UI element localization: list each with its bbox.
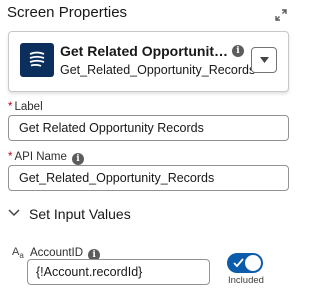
chevron-down-icon [8,209,20,217]
required-marker: * [8,151,13,163]
info-icon[interactable]: i [71,153,84,165]
api-name-field-text: API Name [14,151,67,163]
label-field-text: Label [14,101,43,113]
screen-properties-panel: Screen Properties Get Related Opportunit… [0,0,296,300]
text-type-icon: Aa [12,246,24,261]
required-marker: * [8,101,13,113]
label-input[interactable]: Get Related Opportunity Records [8,115,289,141]
api-name-input[interactable]: Get_Related_Opportunity_Records [8,165,289,191]
element-api-name: Get_Related_Opportunity_Records [60,63,256,77]
api-name-field-label: * API Name i [8,151,84,165]
section-title: Set Input Values [29,206,131,222]
check-icon [233,258,244,268]
toggle-knob [245,255,261,271]
element-title: Get Related Opportunity ... [60,43,230,59]
parameter-label-text: AccountID [30,247,84,259]
panel-title: Screen Properties [7,4,128,21]
included-toggle[interactable] [227,253,263,273]
account-id-input[interactable]: {!Account.recordId} [27,259,210,285]
chevron-down-icon [260,57,269,63]
included-label: Included [228,275,264,286]
element-menu-button[interactable] [251,47,277,73]
expand-icon[interactable] [275,8,287,21]
get-records-icon [20,43,54,77]
panel-header: Screen Properties [0,0,296,28]
element-card: Get Related Opportunity ... Get_Related_… [8,31,289,92]
info-icon[interactable]: i [232,45,244,57]
label-field-label: * Label [8,101,43,113]
